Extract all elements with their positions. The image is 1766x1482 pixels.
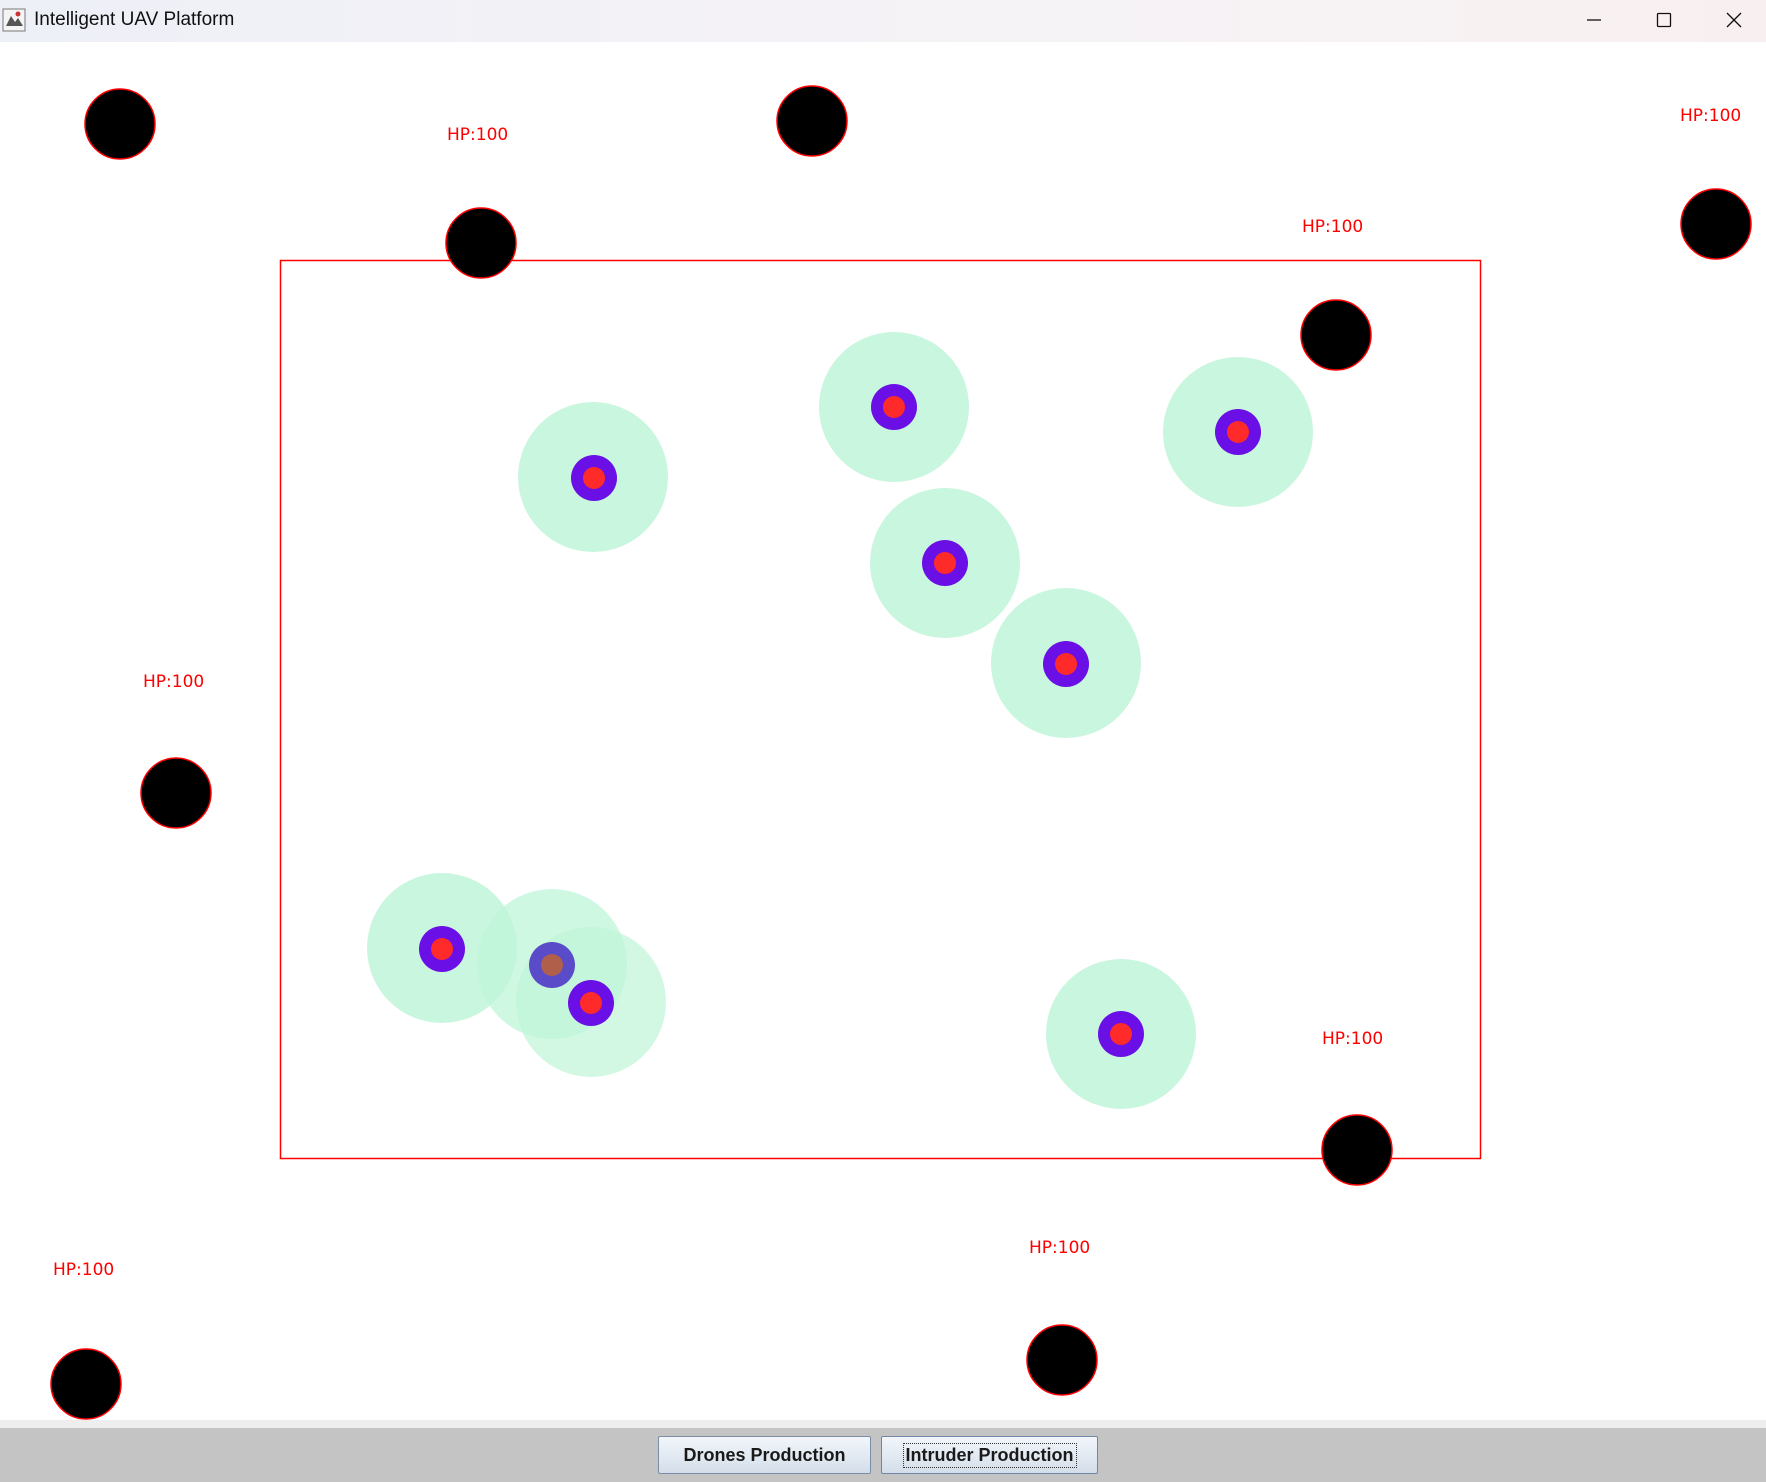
window-title: Intelligent UAV Platform <box>34 9 235 30</box>
window-titlebar: Intelligent UAV Platform <box>0 0 1766 42</box>
intruder <box>1321 1114 1393 1186</box>
drone <box>922 540 968 586</box>
intruder-hp-label: HP:100 <box>1302 217 1363 237</box>
drone <box>1098 1011 1144 1057</box>
drone <box>871 384 917 430</box>
intruder-hp-label: HP:100 <box>53 1260 114 1280</box>
drone <box>568 980 614 1026</box>
drone <box>1043 641 1089 687</box>
intruder-hp-label: HP:100 <box>143 672 204 692</box>
minimize-button[interactable] <box>1560 0 1628 40</box>
java-app-icon <box>2 8 26 32</box>
maximize-icon <box>1656 12 1672 28</box>
intruder <box>1026 1324 1098 1396</box>
drone <box>1215 409 1261 455</box>
maximize-button[interactable] <box>1630 0 1698 40</box>
drone <box>419 926 465 972</box>
intruder <box>84 88 156 160</box>
intruder-hp-label: HP:100 <box>1322 1029 1383 1049</box>
control-panel: Drones Production Intruder Production <box>0 1420 1766 1482</box>
intruder-hp-label: HP:100 <box>1029 1238 1090 1258</box>
intruder-hp-label: HP:100 <box>1680 106 1741 126</box>
intruder-production-label: Intruder Production <box>902 1442 1077 1468</box>
close-button[interactable] <box>1700 0 1766 40</box>
drone <box>571 455 617 501</box>
intruders: HP:100 HP:100 HP:100 HP:100 HP:100 HP:10… <box>50 85 1752 1420</box>
drones-production-button[interactable]: Drones Production <box>658 1436 871 1474</box>
drone-ranges <box>367 332 1313 1109</box>
drone <box>529 942 575 988</box>
close-icon <box>1726 12 1742 28</box>
minimize-icon <box>1587 19 1601 21</box>
intruder <box>1680 188 1752 260</box>
intruder <box>140 757 212 829</box>
intruder-production-button[interactable]: Intruder Production <box>881 1436 1098 1474</box>
intruder-hp-label: HP:100 <box>447 125 508 145</box>
intruder <box>50 1348 122 1420</box>
simulation-canvas[interactable]: HP:100 HP:100 HP:100 HP:100 HP:100 HP:10… <box>0 42 1766 1420</box>
intruder <box>776 85 848 157</box>
drones-production-label: Drones Production <box>683 1444 846 1465</box>
simulation-svg: HP:100 HP:100 HP:100 HP:100 HP:100 HP:10… <box>50 85 1752 1420</box>
intruder <box>1300 299 1372 371</box>
intruder <box>445 207 517 279</box>
